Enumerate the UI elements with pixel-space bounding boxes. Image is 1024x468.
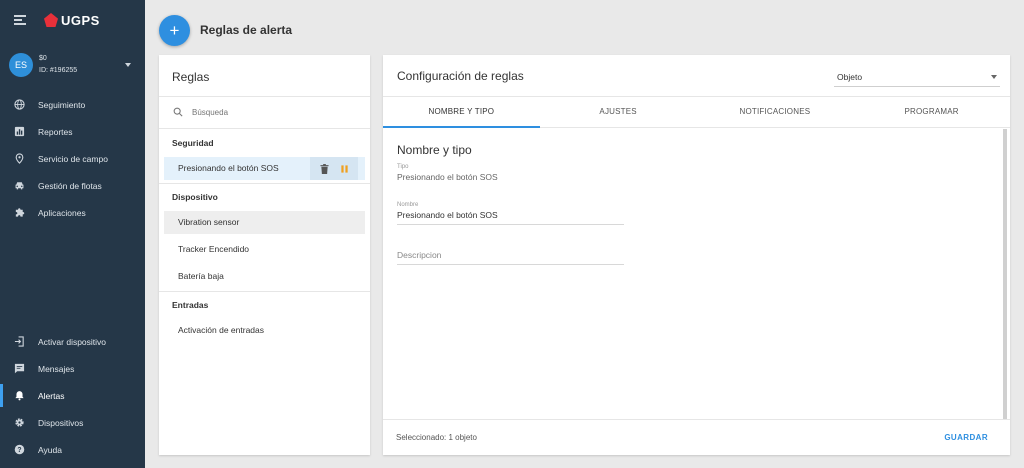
nav-item-label: Activar dispositivo [38, 336, 107, 347]
nav-item-label: Ayuda [38, 444, 62, 455]
rule-label: Vibration sensor [178, 217, 240, 227]
tab-ajustes[interactable]: AJUSTES [540, 97, 697, 127]
add-rule-button[interactable]: + [159, 15, 190, 46]
bell-icon [14, 390, 25, 401]
nav-item-mensajes[interactable]: Mensajes [0, 355, 145, 382]
rule-config-panel: Configuración de reglas Objeto NOMBRE Y … [383, 55, 1010, 455]
rule-item-activacion-de-entradas[interactable]: Activación de entradas [164, 319, 365, 342]
group-title: Seguridad [172, 138, 214, 148]
account-balance: $0 [39, 55, 47, 62]
rule-label: Presionando el botón SOS [178, 163, 279, 173]
nav-item-alertas[interactable]: Alertas [0, 382, 145, 409]
name-label: Nombre [397, 202, 419, 208]
menu-collapse-icon[interactable] [14, 15, 26, 25]
rule-label: Activación de entradas [178, 325, 264, 335]
nav-item-label: Gestión de flotas [38, 180, 102, 191]
tab-nombre-y-tipo[interactable]: NOMBRE Y TIPO [383, 97, 540, 128]
nav-item-label: Mensajes [38, 363, 75, 374]
rule-item-sos[interactable]: Presionando el botón SOS [164, 157, 365, 180]
object-select-value: Objeto [837, 71, 863, 82]
chevron-down-icon [125, 63, 131, 67]
nav-item-servicio-de-campo[interactable]: Servicio de campo [0, 145, 145, 172]
nav-item-label: Alertas [38, 390, 65, 401]
save-button[interactable]: GUARDAR [944, 433, 988, 442]
sidebar: UGPS ES $0 ID: #196255 Seguimiento Repor… [0, 0, 145, 468]
pause-icon[interactable] [336, 161, 352, 177]
description-placeholder: Descripcion [397, 250, 442, 260]
nav-item-dispositivos[interactable]: Dispositivos [0, 409, 145, 436]
scrollbar[interactable] [1003, 129, 1007, 419]
page-title: Reglas de alerta [200, 23, 293, 37]
section-title: Nombre y tipo [397, 143, 472, 157]
nav-item-seguimiento[interactable]: Seguimiento [0, 91, 145, 118]
name-field[interactable]: Nombre Presionando el botón SOS [397, 202, 624, 225]
nav-item-label: Dispositivos [38, 417, 84, 428]
location-pin-icon [14, 153, 25, 164]
nav-item-label: Aplicaciones [38, 207, 86, 218]
config-tabs: NOMBRE Y TIPO AJUSTES NOTIFICACIONES PRO… [383, 96, 1010, 128]
rule-item-bateria-baja[interactable]: Batería baja [164, 265, 365, 288]
search-icon [173, 104, 183, 122]
car-icon [14, 180, 25, 191]
nav-item-label: Servicio de campo [38, 153, 108, 164]
rule-item-tracker-encendido[interactable]: Tracker Encendido [164, 238, 365, 261]
rule-group-seguridad: Seguridad Presionando el botón SOS [159, 130, 370, 184]
tab-programar[interactable]: PROGRAMAR [853, 97, 1010, 127]
nav-item-gestion-de-flotas[interactable]: Gestión de flotas [0, 172, 145, 199]
nav-item-label: Seguimiento [38, 99, 86, 110]
description-field[interactable]: Descripcion [397, 250, 624, 265]
gear-icon [14, 417, 25, 428]
rule-item-vibration-sensor[interactable]: Vibration sensor [164, 211, 365, 234]
nav-item-activar-dispositivo[interactable]: Activar dispositivo [0, 328, 145, 355]
bar-chart-icon [14, 126, 25, 137]
rules-panel-title: Reglas [172, 70, 210, 84]
search-bar [159, 96, 370, 129]
search-input[interactable] [192, 108, 352, 117]
trash-icon[interactable] [316, 161, 332, 177]
logo: UGPS [44, 13, 100, 28]
svg-text:?: ? [17, 447, 21, 454]
account-id: ID: #196255 [39, 67, 78, 74]
tab-notificaciones[interactable]: NOTIFICACIONES [697, 97, 854, 127]
globe-icon [14, 99, 25, 110]
rule-label: Batería baja [178, 271, 224, 281]
nav-item-ayuda[interactable]: ? Ayuda [0, 436, 145, 463]
name-value: Presionando el botón SOS [397, 210, 498, 220]
rule-group-entradas: Entradas Activación de entradas [159, 291, 370, 346]
type-field: Tipo Presionando el botón SOS [397, 164, 624, 182]
login-icon [14, 336, 25, 347]
type-label: Tipo [397, 164, 409, 170]
logo-text: UGPS [61, 12, 100, 28]
account-info: $0 ID: #196255 [39, 53, 77, 77]
logo-mark-icon [44, 13, 58, 27]
puzzle-icon [14, 207, 25, 218]
nav-item-aplicaciones[interactable]: Aplicaciones [0, 199, 145, 226]
help-icon: ? [14, 444, 25, 455]
config-panel-title: Configuración de reglas [397, 69, 524, 83]
group-title: Entradas [172, 300, 209, 310]
nav-item-reportes[interactable]: Reportes [0, 118, 145, 145]
rules-panel: Reglas Seguridad Presionando el botón SO… [159, 55, 370, 455]
rule-group-dispositivo: Dispositivo Vibration sensor Tracker Enc… [159, 183, 370, 292]
rule-label: Tracker Encendido [178, 244, 250, 254]
selection-status: Seleccionado: 1 objeto [396, 433, 477, 442]
object-select[interactable]: Objeto [834, 67, 1000, 87]
avatar: ES [9, 53, 33, 77]
rule-actions [310, 157, 358, 180]
type-value: Presionando el botón SOS [397, 172, 498, 182]
chevron-down-icon [991, 74, 997, 79]
nav-main: Seguimiento Reportes Servicio de campo G… [0, 91, 145, 226]
account-switcher[interactable]: ES $0 ID: #196255 [9, 52, 137, 78]
group-title: Dispositivo [172, 192, 218, 202]
sidebar-header: UGPS [0, 0, 145, 40]
config-footer: Seleccionado: 1 objeto GUARDAR [383, 419, 1010, 455]
message-icon [14, 363, 25, 374]
nav-secondary: Activar dispositivo Mensajes Alertas Dis… [0, 328, 145, 463]
nav-item-label: Reportes [38, 126, 73, 137]
